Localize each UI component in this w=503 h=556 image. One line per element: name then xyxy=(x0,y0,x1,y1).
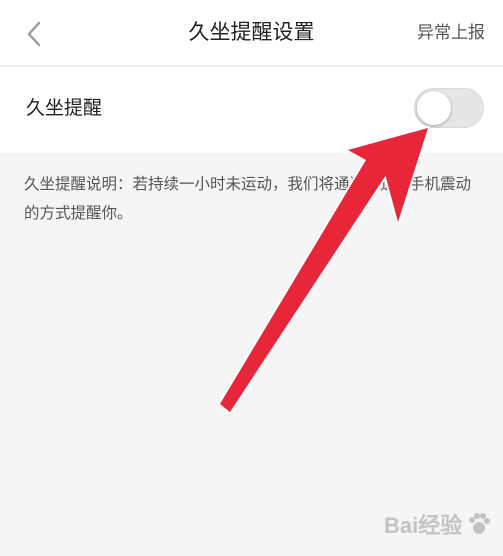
watermark-text: Bai经验 xyxy=(384,513,463,538)
reminder-description: 久坐提醒说明：若持续一小时未运动，我们将通过推送+手机震动的方式提醒你。 xyxy=(24,175,471,222)
navigation-bar: 久坐提醒设置 异常上报 xyxy=(0,0,503,66)
sedentary-reminder-settings-page: 久坐提醒设置 异常上报 久坐提醒 久坐提醒说明：若持续一小时未运动，我们将通过推… xyxy=(0,0,503,556)
report-anomaly-button[interactable]: 异常上报 xyxy=(417,20,485,46)
toggle-knob xyxy=(417,91,451,125)
paw-icon xyxy=(469,513,491,534)
sedentary-reminder-toggle[interactable] xyxy=(414,88,484,128)
sedentary-reminder-row: 久坐提醒 xyxy=(0,67,503,153)
baidu-jingyan-watermark: Bai经验 xyxy=(384,508,492,540)
sedentary-reminder-label: 久坐提醒 xyxy=(26,97,103,119)
